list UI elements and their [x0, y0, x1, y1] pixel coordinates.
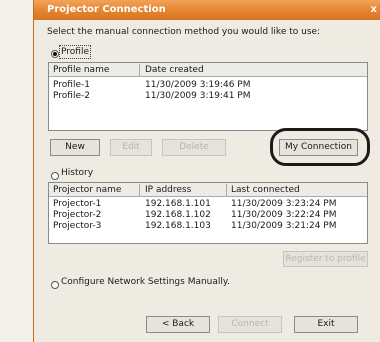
- history-list-header: Projector name IP address Last connected: [49, 183, 367, 197]
- delete-button[interactable]: Delete: [162, 139, 226, 156]
- ip-address-cell: 192.168.1.103: [145, 221, 211, 231]
- profile-list-header: Profile name Date created: [49, 63, 367, 77]
- last-connected-cell: 11/30/2009 3:22:24 PM: [231, 210, 337, 220]
- exit-button[interactable]: Exit: [294, 316, 358, 333]
- new-button[interactable]: New: [50, 139, 100, 156]
- ip-address-cell: 192.168.1.101: [145, 199, 211, 209]
- close-icon[interactable]: x: [371, 0, 377, 20]
- column-header-last-connected[interactable]: Last connected: [231, 184, 300, 196]
- projector-name-cell: Projector-3: [53, 221, 102, 231]
- projector-name-cell: Projector-1: [53, 199, 102, 209]
- manual-settings-radio[interactable]: [51, 281, 59, 289]
- profile-radio[interactable]: [51, 50, 59, 58]
- profile-name-cell: Profile-2: [53, 91, 90, 101]
- history-radio-label[interactable]: History: [61, 168, 93, 178]
- column-header-date-created[interactable]: Date created: [145, 64, 204, 76]
- ip-address-cell: 192.168.1.102: [145, 210, 211, 220]
- date-created-cell: 11/30/2009 3:19:46 PM: [145, 80, 251, 90]
- projector-name-cell: Projector-2: [53, 210, 102, 220]
- column-header-ip-address[interactable]: IP address: [145, 184, 191, 196]
- profile-name-cell: Profile-1: [53, 80, 90, 90]
- history-radio[interactable]: [51, 172, 59, 180]
- column-divider: [139, 64, 140, 76]
- profile-list[interactable]: Profile name Date created Profile-1 11/3…: [48, 62, 368, 131]
- column-header-profile-name[interactable]: Profile name: [53, 64, 109, 76]
- date-created-cell: 11/30/2009 3:19:41 PM: [145, 91, 251, 101]
- last-connected-cell: 11/30/2009 3:21:24 PM: [231, 221, 337, 231]
- column-divider: [139, 184, 140, 196]
- register-to-profile-button[interactable]: Register to profile: [283, 251, 368, 267]
- profile-radio-label[interactable]: Profile: [59, 45, 91, 59]
- back-button[interactable]: < Back: [146, 316, 210, 333]
- last-connected-cell: 11/30/2009 3:23:24 PM: [231, 199, 337, 209]
- history-list[interactable]: Projector name IP address Last connected…: [48, 182, 368, 244]
- manual-settings-radio-label[interactable]: Configure Network Settings Manually.: [61, 277, 230, 287]
- projector-connection-dialog: Projector Connection x Select the manual…: [33, 0, 380, 342]
- window-title: Projector Connection: [47, 4, 166, 15]
- connect-button[interactable]: Connect: [218, 316, 282, 333]
- edit-button[interactable]: Edit: [110, 139, 152, 156]
- highlight-circle: [270, 128, 370, 166]
- title-bar: Projector Connection x: [34, 0, 380, 20]
- column-header-projector-name[interactable]: Projector name: [53, 184, 121, 196]
- column-divider: [226, 184, 227, 196]
- instruction-text: Select the manual connection method you …: [47, 27, 321, 37]
